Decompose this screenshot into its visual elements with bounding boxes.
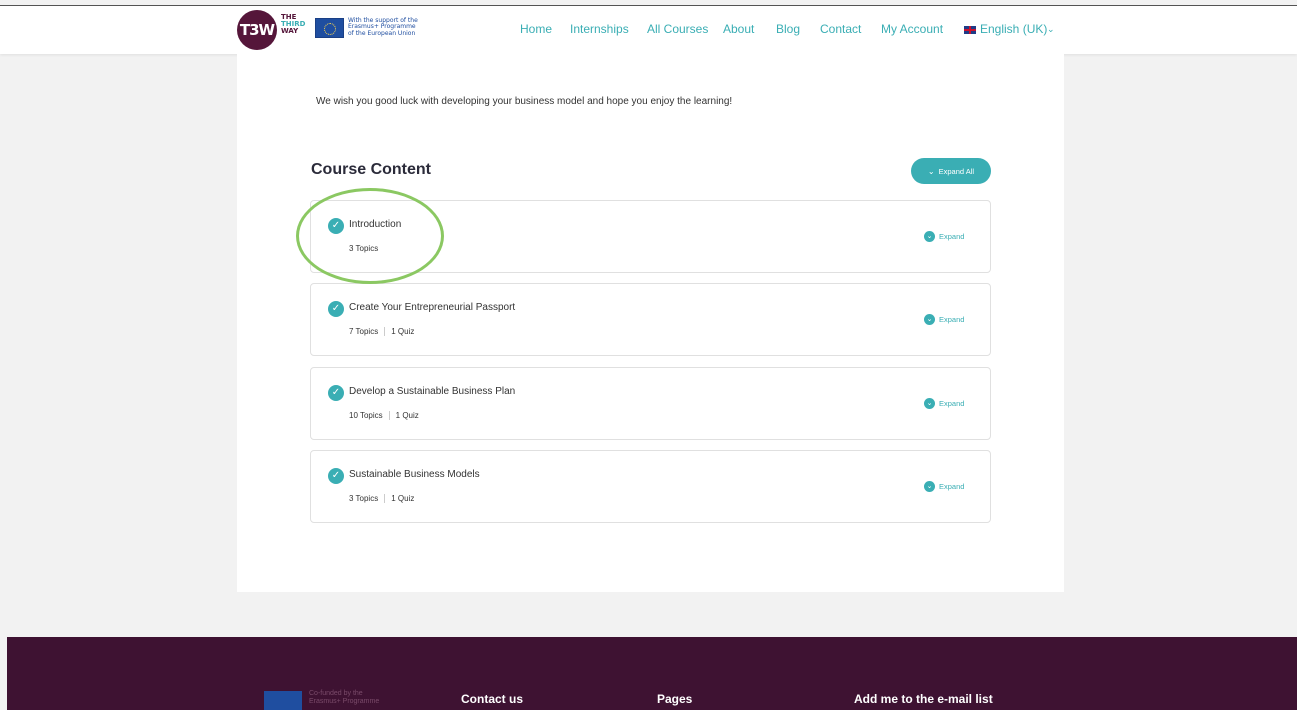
checkmark-icon: ✓	[328, 385, 344, 401]
site-footer: Co-funded by the Erasmus+ Programme Cont…	[7, 637, 1297, 710]
expand-all-button[interactable]: ⌄ Expand All	[911, 158, 991, 184]
eu-support-line: of the European Union	[348, 29, 416, 37]
chevron-down-icon[interactable]: ⌄	[1047, 24, 1055, 35]
checkmark-icon: ✓	[328, 301, 344, 317]
eu-flag-icon	[315, 18, 344, 38]
expand-label: Expand	[939, 399, 965, 408]
topic-count: 7 Topics	[349, 327, 379, 336]
footer-heading-email-list: Add me to the e-mail list	[854, 692, 993, 706]
nav-my-account[interactable]: My Account	[881, 22, 943, 36]
lesson-meta: 3 Topics 1 Quiz	[349, 494, 415, 504]
quiz-count: 1 Quiz	[391, 494, 415, 503]
quiz-count: 1 Quiz	[391, 327, 415, 336]
expand-label: Expand	[939, 315, 965, 324]
chevron-down-icon: ⌄	[924, 314, 935, 325]
lesson-title[interactable]: Sustainable Business Models	[349, 469, 480, 480]
lesson-meta: 10 Topics 1 Quiz	[349, 411, 419, 421]
checkmark-icon: ✓	[328, 468, 344, 484]
nav-blog[interactable]: Blog	[776, 22, 800, 36]
expand-button[interactable]: ⌄ Expand	[924, 481, 964, 492]
lesson-card[interactable]: ✓ Create Your Entrepreneurial Passport 7…	[310, 283, 991, 356]
eu-flag-icon	[264, 691, 302, 710]
expand-button[interactable]: ⌄ Expand	[924, 231, 964, 242]
highlight-circle	[296, 188, 444, 284]
expand-all-label: Expand All	[938, 166, 975, 176]
intro-text: We wish you good luck with developing yo…	[316, 96, 733, 107]
chevron-down-icon: ⌄	[927, 166, 935, 176]
course-content-title: Course Content	[311, 161, 431, 178]
language-selector[interactable]: English (UK)	[980, 22, 1047, 36]
lesson-card[interactable]: ✓ Sustainable Business Models 3 Topics 1 …	[310, 450, 991, 523]
nav-contact[interactable]: Contact	[820, 22, 861, 36]
eu-cofunded-text: Co-funded by the Erasmus+ Programme	[309, 690, 379, 706]
lesson-card[interactable]: ✓ Develop a Sustainable Business Plan 10…	[310, 367, 991, 440]
expand-label: Expand	[939, 482, 965, 491]
chevron-down-icon: ⌄	[924, 481, 935, 492]
nav-about[interactable]: About	[723, 22, 754, 36]
nav-home[interactable]: Home	[520, 22, 552, 36]
topic-count: 10 Topics	[349, 411, 383, 420]
logo-text-line: WAY	[281, 27, 299, 35]
meta-divider	[384, 494, 386, 504]
nav-internships[interactable]: Internships	[570, 22, 629, 36]
site-header: T3W THE THIRD WAY With the support of th…	[0, 6, 1297, 54]
lesson-title[interactable]: Develop a Sustainable Business Plan	[349, 386, 515, 397]
meta-divider	[384, 327, 386, 337]
quiz-count: 1 Quiz	[395, 411, 419, 420]
topic-count: 3 Topics	[349, 494, 379, 503]
site-logo[interactable]: T3W	[237, 10, 277, 50]
logo-text: THE THIRD WAY	[281, 14, 305, 35]
eu-cofunded-line: Co-funded by the	[309, 690, 363, 697]
uk-flag-icon	[964, 26, 976, 34]
footer-heading-contact: Contact us	[461, 692, 524, 706]
expand-label: Expand	[939, 232, 965, 241]
footer-heading-pages: Pages	[657, 692, 693, 706]
eu-cofunded-line: Erasmus+ Programme	[309, 698, 380, 705]
nav-all-courses[interactable]: All Courses	[647, 22, 708, 36]
lesson-title[interactable]: Create Your Entrepreneurial Passport	[349, 302, 515, 313]
logo-mark: T3W	[239, 21, 275, 39]
meta-divider	[388, 411, 390, 421]
chevron-down-icon: ⌄	[924, 398, 935, 409]
expand-button[interactable]: ⌄ Expand	[924, 314, 964, 325]
expand-button[interactable]: ⌄ Expand	[924, 398, 964, 409]
chevron-down-icon: ⌄	[924, 231, 935, 242]
eu-support-text: With the support of the Erasmus+ Program…	[348, 17, 418, 37]
lesson-meta: 7 Topics 1 Quiz	[349, 327, 415, 337]
